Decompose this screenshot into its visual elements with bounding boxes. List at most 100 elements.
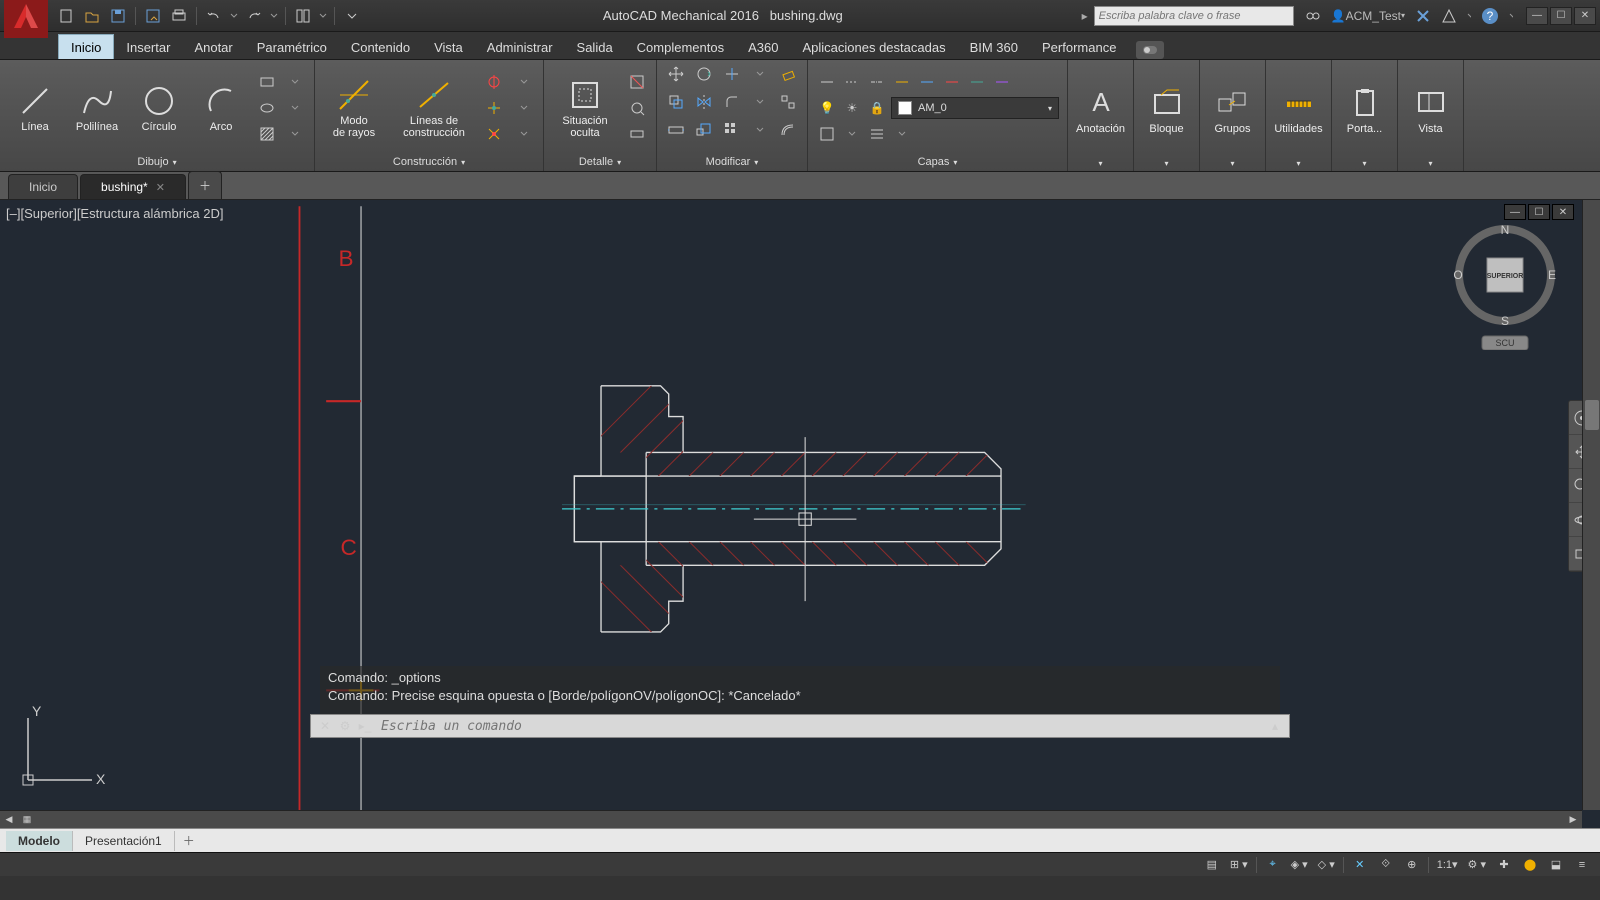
- tab-vista[interactable]: Vista: [422, 35, 475, 59]
- status-dyn-icon[interactable]: ⟐: [1374, 855, 1398, 875]
- view-button[interactable]: Vista: [1402, 70, 1460, 150]
- utilities-button[interactable]: Utilidades: [1270, 70, 1328, 150]
- array-icon[interactable]: [719, 118, 745, 142]
- status-model-icon[interactable]: ▤: [1200, 855, 1224, 875]
- layer-line6-icon[interactable]: [941, 71, 963, 93]
- groups-button[interactable]: Grupos: [1204, 70, 1262, 150]
- stretch-icon[interactable]: [663, 118, 689, 142]
- a360-icon[interactable]: [1438, 4, 1460, 28]
- new-icon[interactable]: [54, 4, 78, 28]
- polyline-button[interactable]: Polilínea: [68, 68, 126, 148]
- scale-icon[interactable]: [691, 118, 717, 142]
- tab-contenido[interactable]: Contenido: [339, 35, 422, 59]
- ellipse-dropdown-icon[interactable]: [282, 96, 308, 120]
- scroll-right-icon[interactable]: ▶: [1564, 811, 1582, 829]
- cl-dd1-icon[interactable]: [511, 70, 537, 94]
- panel-dd-vista[interactable]: ▾: [1404, 157, 1457, 171]
- cmd-customize-icon[interactable]: ⚙: [335, 716, 355, 736]
- layer-line5-icon[interactable]: [916, 71, 938, 93]
- tab-a360[interactable]: A360: [736, 35, 790, 59]
- close-button[interactable]: ✕: [1574, 7, 1596, 25]
- hatch-icon[interactable]: [254, 122, 280, 146]
- cmd-history-icon[interactable]: ▴: [1265, 716, 1285, 736]
- panel-title-capas[interactable]: Capas▾: [814, 154, 1061, 171]
- cl-tool2-icon[interactable]: [481, 96, 507, 120]
- status-polar-icon[interactable]: ⊕: [1400, 855, 1424, 875]
- undo-icon[interactable]: [202, 4, 226, 28]
- file-tab-doc[interactable]: bushing*✕: [80, 174, 186, 199]
- tab-presentacion1[interactable]: Presentación1: [73, 831, 175, 851]
- layer-lock-icon[interactable]: 🔒: [866, 97, 888, 119]
- view-cube[interactable]: N S E O SUPERIOR SCU: [1450, 220, 1560, 350]
- status-ortho-icon[interactable]: ◇ ▾: [1314, 855, 1339, 875]
- layer-dd-icon[interactable]: [841, 123, 863, 145]
- search-arrow-icon[interactable]: ▸: [1082, 9, 1088, 23]
- scroll-layout-icon[interactable]: ▦: [18, 811, 36, 829]
- tab-inicio[interactable]: Inicio: [58, 34, 114, 59]
- tab-performance[interactable]: Performance: [1030, 35, 1128, 59]
- rotate-icon[interactable]: [691, 62, 717, 86]
- tab-complementos[interactable]: Complementos: [625, 35, 736, 59]
- layer-line7-icon[interactable]: [966, 71, 988, 93]
- add-layout-button[interactable]: ＋: [175, 829, 203, 852]
- layout-dropdown-icon[interactable]: [317, 4, 329, 28]
- tab-aplicaciones[interactable]: Aplicaciones destacadas: [790, 35, 957, 59]
- tab-modelo[interactable]: Modelo: [6, 831, 73, 851]
- panel-title-detalle[interactable]: Detalle▾: [550, 154, 650, 171]
- mod-dd3-icon[interactable]: [747, 118, 773, 142]
- fillet-icon[interactable]: [719, 90, 745, 114]
- command-input[interactable]: [375, 719, 1265, 734]
- scrollbar-horizontal[interactable]: ◀ ▦ ▶: [0, 810, 1582, 828]
- layer-props-icon[interactable]: [866, 123, 888, 145]
- open-icon[interactable]: [80, 4, 104, 28]
- detail-tool3-icon[interactable]: [624, 122, 650, 146]
- panel-dd-utilidades[interactable]: ▾: [1272, 157, 1325, 171]
- cl-dd2-icon[interactable]: [511, 96, 537, 120]
- tab-anotar[interactable]: Anotar: [182, 35, 244, 59]
- status-cloud-icon[interactable]: ⬤: [1518, 855, 1542, 875]
- save-icon[interactable]: [106, 4, 130, 28]
- connectivity-icon[interactable]: [1302, 4, 1324, 28]
- command-line[interactable]: ✕ ⚙ ▸_ ▴: [310, 714, 1290, 738]
- redo-icon[interactable]: [242, 4, 266, 28]
- move-icon[interactable]: [663, 62, 689, 86]
- close-tab-icon[interactable]: ✕: [156, 181, 165, 194]
- app-logo[interactable]: [4, 0, 48, 38]
- status-3d-icon[interactable]: ◈ ▾: [1287, 855, 1312, 875]
- status-grid-icon[interactable]: ⊞ ▾: [1226, 855, 1252, 875]
- scroll-left-icon[interactable]: ◀: [0, 811, 18, 829]
- panel-dd-bloque[interactable]: ▾: [1140, 157, 1193, 171]
- layer-props-dd-icon[interactable]: [891, 123, 913, 145]
- line-button[interactable]: Línea: [6, 68, 64, 148]
- qat-customize-icon[interactable]: [340, 4, 364, 28]
- layer-select[interactable]: AM_0▾: [891, 97, 1059, 119]
- file-tab-home[interactable]: Inicio: [8, 174, 78, 199]
- minimize-button[interactable]: —: [1526, 7, 1548, 25]
- plot-icon[interactable]: [167, 4, 191, 28]
- layer-color-icon[interactable]: [816, 123, 838, 145]
- cl-tool3-icon[interactable]: [481, 122, 507, 146]
- status-units-icon[interactable]: ⬓: [1544, 855, 1568, 875]
- status-snap-icon[interactable]: ⌖: [1261, 855, 1285, 875]
- a360-dropdown-icon[interactable]: [1464, 4, 1474, 28]
- layer-line1-icon[interactable]: [816, 71, 838, 93]
- user-button[interactable]: 👤 ACM_Test ▾: [1328, 4, 1408, 28]
- cmd-close-icon[interactable]: ✕: [315, 716, 335, 736]
- new-tab-button[interactable]: ＋: [188, 171, 222, 199]
- layer-line3-icon[interactable]: [866, 71, 888, 93]
- status-scale[interactable]: 1:1 ▾: [1433, 855, 1462, 875]
- undo-dropdown-icon[interactable]: [228, 4, 240, 28]
- tab-administrar[interactable]: Administrar: [475, 35, 565, 59]
- detail-tool1-icon[interactable]: [624, 70, 650, 94]
- saveas-icon[interactable]: [141, 4, 165, 28]
- trim-icon[interactable]: [719, 62, 745, 86]
- construction-lines-button[interactable]: Líneas de construcción: [391, 68, 477, 148]
- hidden-situation-button[interactable]: Situación oculta: [550, 68, 620, 148]
- tab-insertar[interactable]: Insertar: [114, 35, 182, 59]
- tab-salida[interactable]: Salida: [565, 35, 625, 59]
- layer-line8-icon[interactable]: [991, 71, 1013, 93]
- drawing-area[interactable]: — ☐ ✕ [–][Superior][Estructura alámbrica…: [0, 200, 1600, 828]
- mod-dd1-icon[interactable]: [747, 62, 773, 86]
- panel-title-modificar[interactable]: Modificar▾: [663, 154, 801, 171]
- status-gear-icon[interactable]: ⚙ ▾: [1464, 855, 1490, 875]
